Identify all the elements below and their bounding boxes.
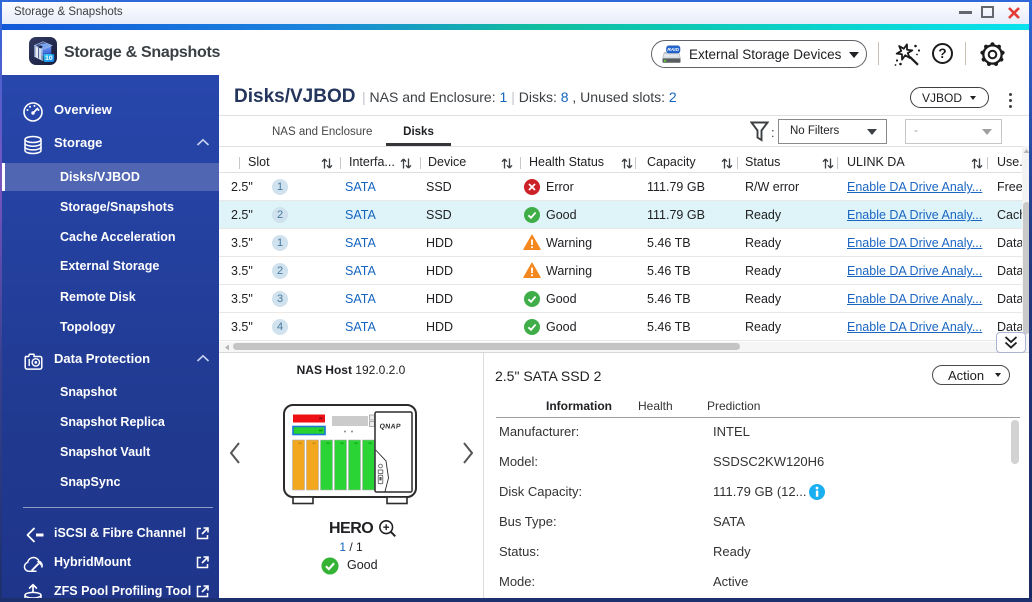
svg-text:10: 10 — [45, 55, 53, 62]
svg-text:RAID: RAID — [667, 47, 679, 53]
svg-text:QNAP: QNAP — [379, 424, 401, 431]
